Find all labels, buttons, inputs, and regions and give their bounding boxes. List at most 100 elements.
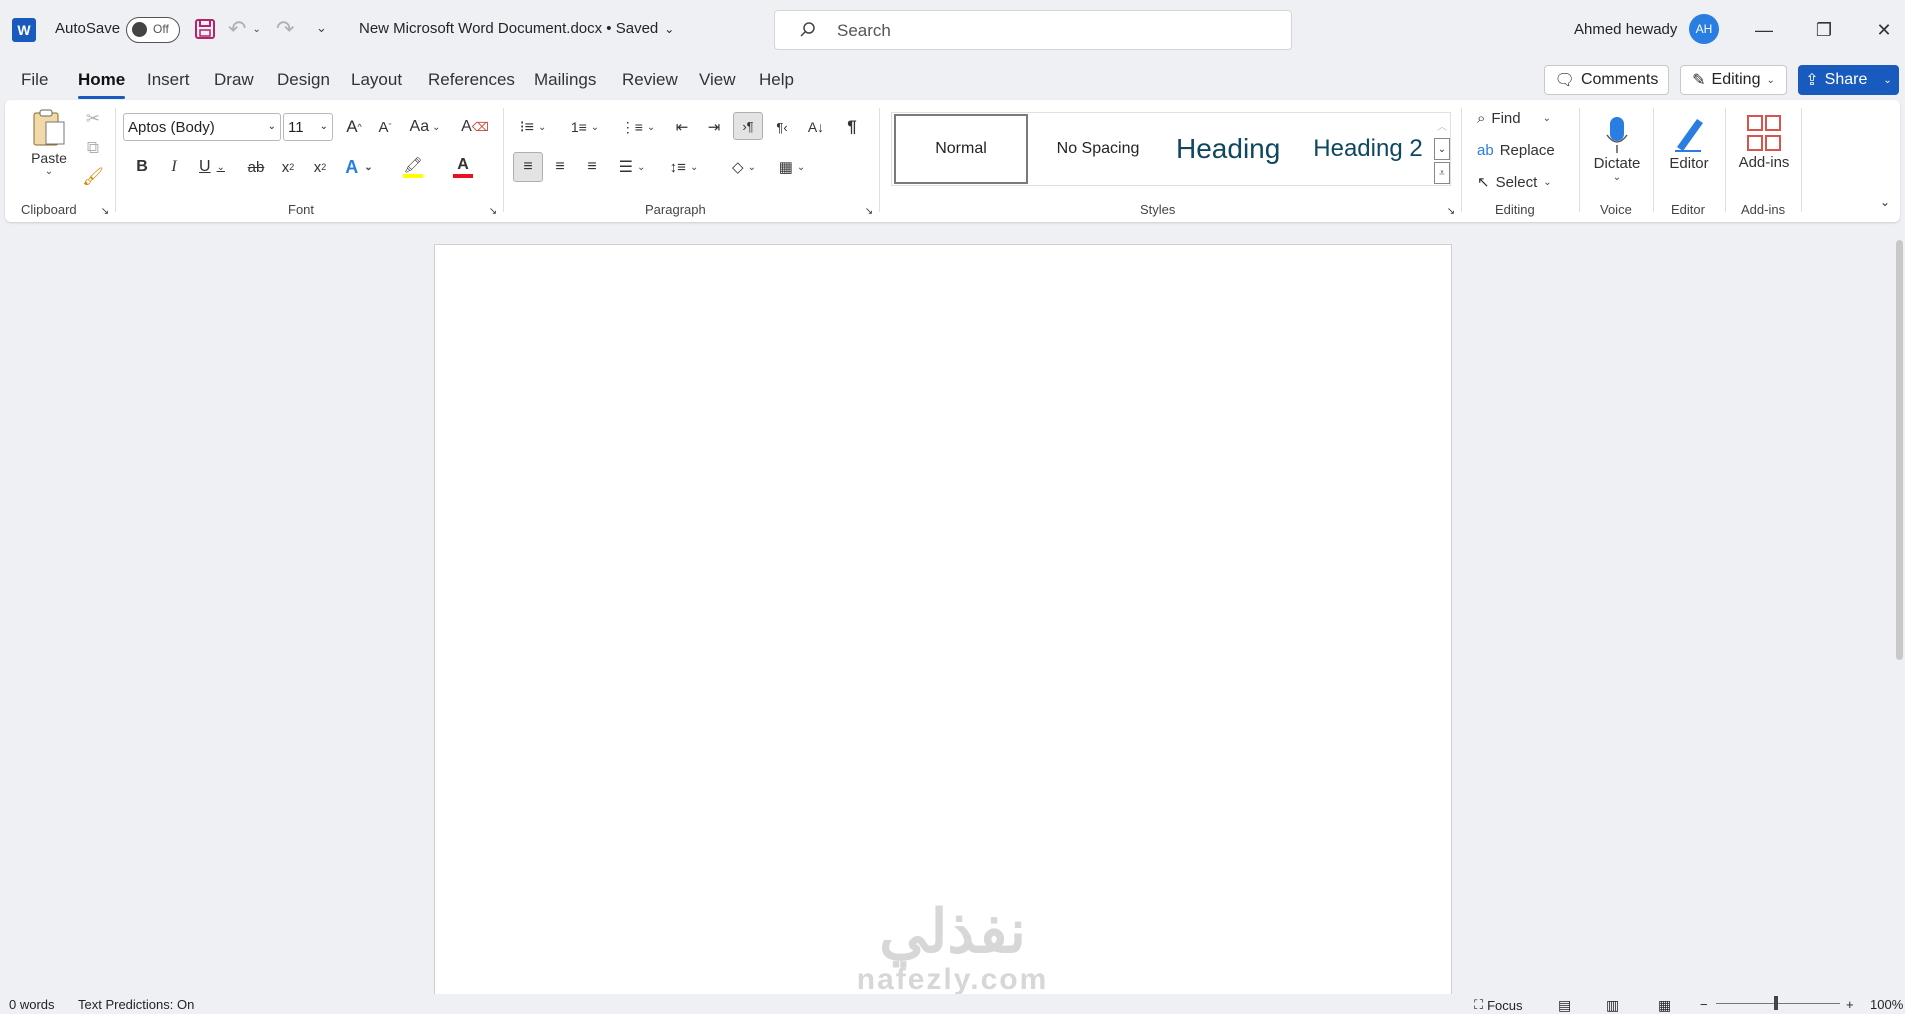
bullets-icon[interactable]: ⁝≡ ⌄ [513,114,553,140]
focus-button[interactable]: ⛶ Focus [1474,997,1523,1013]
copy-icon[interactable]: ⧉ [80,137,106,159]
shrink-font-icon[interactable]: Aˇ [372,114,398,140]
show-marks-icon[interactable]: ¶ [839,114,865,140]
redo-icon[interactable]: ↷ [276,16,302,41]
status-bar: 0 words Text Predictions: On ⛶ Focus ▤ ▥ … [0,994,1905,1014]
clipboard-icon [33,109,65,145]
find-button[interactable]: ⌕ Find ⌄ [1477,106,1577,130]
styles-more-icon[interactable]: ⩡ [1434,162,1450,184]
autosave-toggle[interactable]: Off [126,17,180,43]
print-layout-icon[interactable]: ▥ [1606,997,1619,1014]
dictate-button[interactable]: Dictate ⌄ [1587,104,1647,194]
tab-help[interactable]: Help [759,70,794,90]
zoom-in-icon[interactable]: + [1846,997,1854,1012]
paragraph-dialog-launcher-icon[interactable]: ↘ [863,205,875,217]
grow-font-icon[interactable]: A ^ [341,114,367,140]
tab-view[interactable]: View [699,70,736,90]
addins-grid-icon [1747,114,1781,151]
zoom-level[interactable]: 100% [1870,997,1903,1012]
tab-insert[interactable]: Insert [147,70,190,90]
highlight-color-button[interactable]: 🖍 [391,154,435,180]
decrease-indent-icon[interactable]: ⇤ [669,114,695,140]
tab-home[interactable]: Home [78,70,126,99]
font-dialog-launcher-icon[interactable]: ↘ [487,205,499,217]
avatar[interactable]: AH [1689,14,1719,44]
addins-button[interactable]: Add-ins [1731,104,1797,180]
line-spacing-icon[interactable]: ↕≡ ⌄ [663,154,705,180]
align-center-icon[interactable]: ≡ [547,154,573,180]
zoom-slider-thumb[interactable] [1774,996,1778,1010]
document-title[interactable]: New Microsoft Word Document.docx • Saved… [359,20,674,37]
tab-draw[interactable]: Draw [214,70,254,90]
style-heading-2[interactable]: Heading 2 [1296,114,1440,184]
style-no-spacing[interactable]: No Spacing [1032,114,1164,184]
tab-references[interactable]: References [428,70,515,90]
underline-icon[interactable]: U ⌄ [193,154,231,180]
tab-mailings[interactable]: Mailings [534,70,596,90]
zoom-out-icon[interactable]: − [1700,997,1708,1012]
text-predictions[interactable]: Text Predictions: On [78,997,194,1012]
editing-mode-button[interactable]: ✎ Editing ⌄ [1680,65,1787,95]
tab-review[interactable]: Review [622,70,678,90]
comments-button[interactable]: 🗨 Comments [1544,65,1669,95]
user-name[interactable]: Ahmed hewady [1574,21,1677,38]
borders-icon[interactable]: ▦ ⌄ [771,154,813,180]
collapse-ribbon-icon[interactable]: ⌄ [1877,194,1893,210]
subscript-icon[interactable]: x2 [275,154,301,180]
text-effects-icon[interactable]: A ⌄ [339,154,379,180]
styles-scroll-down-icon[interactable]: ⌄ [1434,138,1450,160]
vertical-scrollbar[interactable] [1896,240,1903,660]
autosave-state: Off [153,22,169,36]
search-box[interactable]: Search [774,10,1292,50]
minimize-icon[interactable]: ― [1744,10,1784,50]
multilevel-list-icon[interactable]: ⋮≡ ⌄ [617,114,659,140]
replace-button[interactable]: ab Replace [1477,138,1577,162]
ltr-direction-icon[interactable]: ›¶ [733,112,763,140]
close-icon[interactable]: ✕ [1864,10,1904,50]
font-name-select[interactable]: Aptos (Body) ⌄ [123,113,281,141]
style-normal[interactable]: Normal [894,114,1028,184]
justify-icon[interactable]: ☰ ⌄ [611,154,653,180]
bold-icon[interactable]: B [129,154,155,180]
strikethrough-icon[interactable]: ab [243,154,269,180]
tab-layout[interactable]: Layout [351,70,402,90]
autosave-label: AutoSave [55,20,121,37]
tab-file[interactable]: File [21,70,48,90]
format-painter-icon[interactable]: 🖌 [80,166,106,188]
save-icon[interactable] [194,17,218,41]
undo-icon[interactable]: ↶ ⌄ [228,16,268,41]
cut-icon[interactable]: ✂ [80,108,106,130]
paste-button[interactable]: Paste ⌄ [23,106,75,178]
superscript-icon[interactable]: x2 [307,154,333,180]
change-case-button[interactable]: Aa ⌄ [405,114,445,140]
word-count[interactable]: 0 words [9,997,55,1012]
read-mode-icon[interactable]: ▤ [1558,997,1571,1014]
editor-pen-icon [1675,118,1703,152]
numbering-icon[interactable]: 1≡ ⌄ [565,114,605,140]
sort-icon[interactable]: A↓ [803,114,829,140]
customize-toolbar-icon[interactable]: ⌄ [316,20,327,36]
ribbon: Paste ⌄ ✂ ⧉ 🖌 Clipboard ↘ Aptos (Body) ⌄ … [5,100,1900,222]
editor-button[interactable]: Editor [1659,104,1719,180]
styles-dialog-launcher-icon[interactable]: ↘ [1445,205,1457,217]
clear-formatting-icon[interactable]: A ⌫ [461,114,489,140]
align-right-icon[interactable]: ≡ [579,154,605,180]
replace-icon: ab [1477,141,1494,159]
select-button[interactable]: ↖ Select ⌄ [1477,170,1577,194]
zoom-slider[interactable] [1716,1003,1840,1004]
font-color-button[interactable]: A [441,154,485,180]
increase-indent-icon[interactable]: ⇥ [701,114,727,140]
style-heading-1[interactable]: Heading 1 [1168,114,1288,184]
focus-icon: ⛶ [1474,997,1484,1012]
align-left-icon[interactable]: ≡ [513,152,543,182]
rtl-direction-icon[interactable]: ¶‹ [769,114,795,140]
font-size-select[interactable]: 11 ⌄ [283,113,333,141]
restore-icon[interactable]: ❐ [1804,10,1844,50]
tab-design[interactable]: Design [277,70,330,90]
styles-scroll-up-icon[interactable]: ︿ [1434,114,1450,136]
shading-icon[interactable]: ◇ ⌄ [723,154,765,180]
web-layout-icon[interactable]: ▦ [1658,997,1671,1014]
share-button[interactable]: ⇪ Share ⌄ [1798,65,1899,95]
dialog-launcher-icon[interactable]: ↘ [99,205,111,217]
italic-icon[interactable]: I [161,154,187,180]
